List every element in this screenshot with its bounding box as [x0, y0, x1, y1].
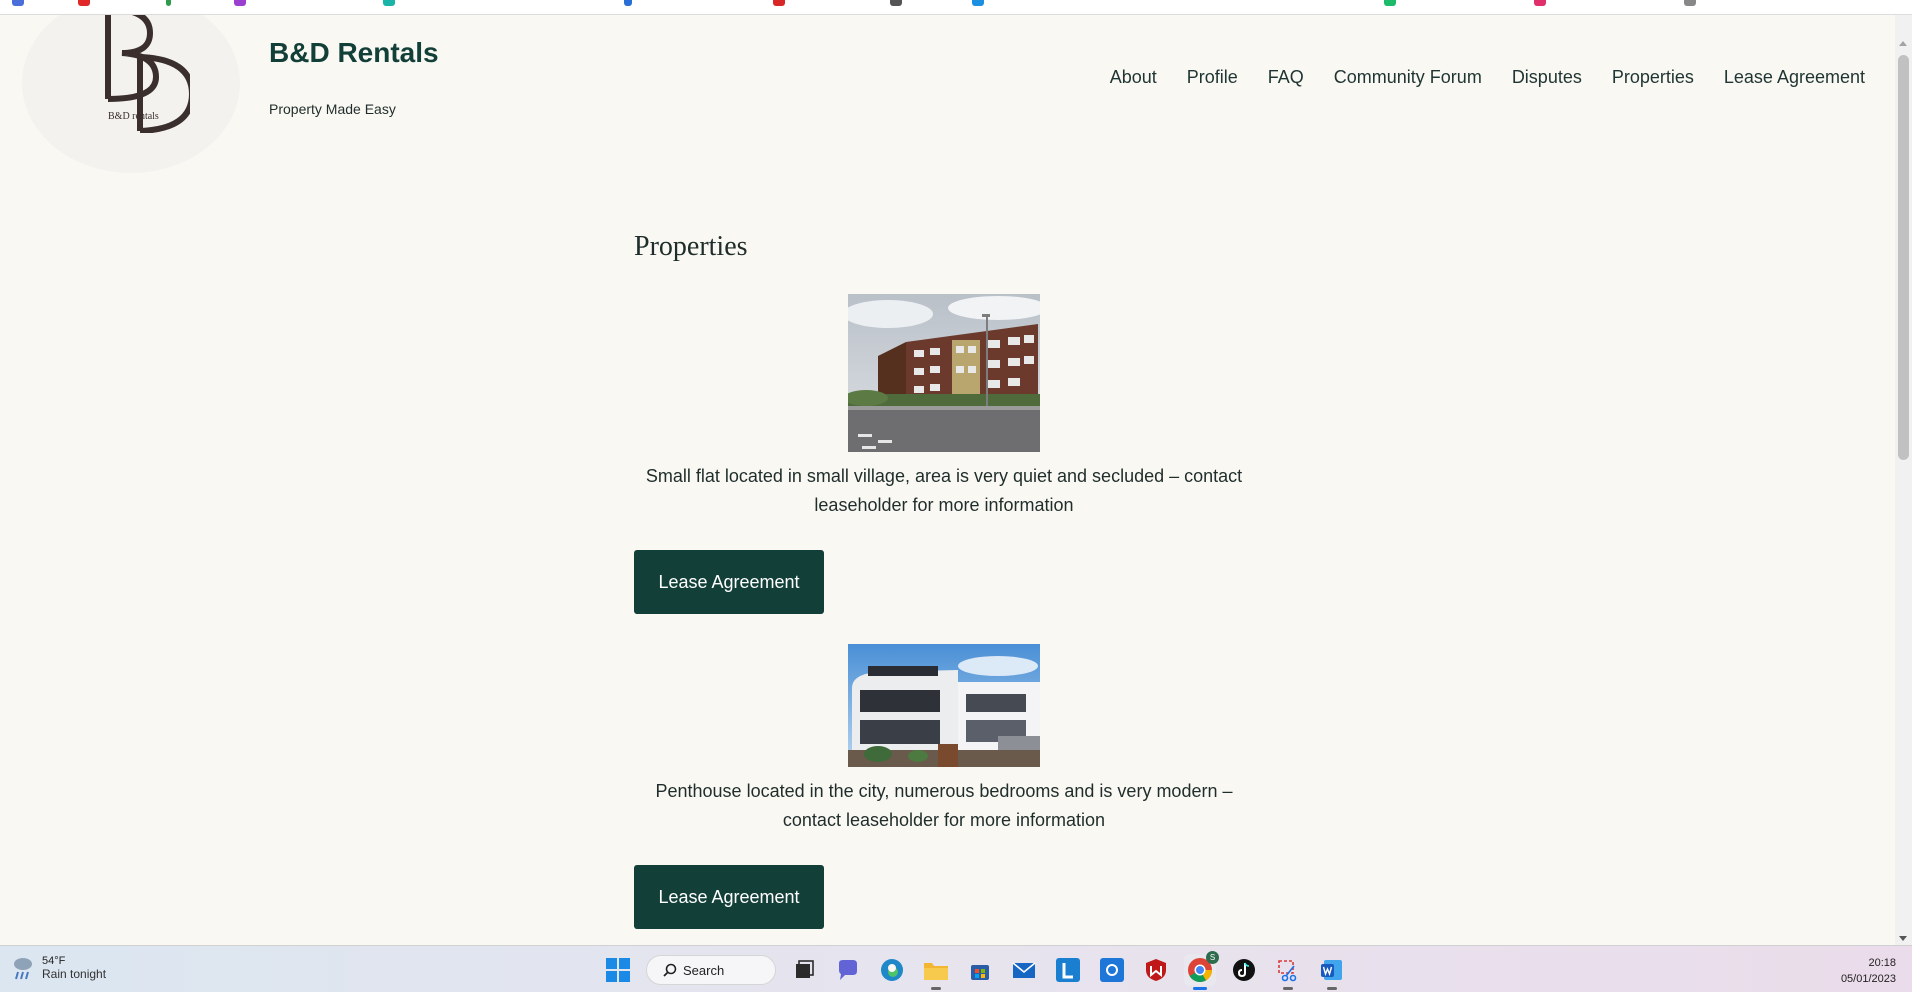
clock-time: 20:18 — [1868, 957, 1896, 969]
file-explorer-button[interactable] — [920, 954, 952, 990]
taskbar-apps: Search S — [602, 951, 1348, 990]
bookmarks-bar — [0, 0, 1912, 15]
property-card: Small flat located in small village, are… — [634, 294, 1254, 614]
edge-button[interactable] — [876, 954, 908, 986]
weather-widget[interactable]: 54°F Rain tonight — [12, 955, 106, 981]
clock-date: 05/01/2023 — [1840, 973, 1896, 985]
property-card: Penthouse located in the city, numerous … — [634, 644, 1254, 929]
bookmark-icon[interactable] — [972, 0, 984, 6]
windows-logo-icon — [606, 958, 630, 982]
tiktok-button[interactable] — [1228, 954, 1260, 986]
word-icon — [1321, 960, 1342, 980]
nav-faq[interactable]: FAQ — [1268, 67, 1304, 88]
word-button[interactable] — [1316, 954, 1348, 990]
bookmark-icon[interactable] — [383, 0, 395, 6]
page-viewport: B&D rentals B&D Rentals Property Made Ea… — [0, 15, 1895, 945]
main-navigation: About Profile FAQ Community Forum Disput… — [1110, 67, 1865, 88]
store-button[interactable] — [964, 954, 996, 986]
scissors-icon — [1278, 960, 1297, 982]
page-scrollbar[interactable] — [1895, 15, 1912, 945]
search-icon — [663, 963, 677, 977]
system-clock[interactable]: 20:18 05/01/2023 — [1841, 955, 1896, 987]
store-bag-icon — [971, 965, 989, 980]
tiktok-icon — [1233, 959, 1255, 981]
start-button[interactable] — [602, 954, 634, 986]
site-title[interactable]: B&D Rentals — [269, 37, 439, 69]
chrome-button[interactable]: S — [1184, 951, 1219, 990]
lease-agreement-button[interactable]: Lease Agreement — [634, 550, 824, 614]
scrollbar-thumb[interactable] — [1898, 55, 1909, 460]
taskbar-search[interactable]: Search — [646, 955, 776, 985]
property-image-flat[interactable] — [848, 294, 1040, 452]
property-description: Penthouse located in the city, numerous … — [655, 781, 1233, 830]
folder-icon — [924, 963, 948, 980]
weather-condition: Rain tonight — [42, 967, 107, 981]
active-indicator — [1193, 987, 1207, 990]
mcafee-button[interactable] — [1140, 954, 1172, 986]
bookmark-icon[interactable] — [166, 0, 171, 6]
bookmark-icon[interactable] — [624, 0, 632, 6]
property-image-penthouse[interactable] — [848, 644, 1040, 767]
nav-properties[interactable]: Properties — [1612, 67, 1694, 88]
running-indicator — [1283, 987, 1293, 990]
running-indicator — [1327, 987, 1337, 990]
page-title: Properties — [634, 231, 748, 262]
snipping-tool-button[interactable] — [1272, 954, 1304, 990]
scroll-down-icon[interactable] — [1899, 936, 1907, 941]
chat-icon — [839, 960, 857, 980]
logo-monogram-icon: B&D rentals — [105, 15, 190, 133]
site-tagline: Property Made Easy — [269, 101, 396, 117]
nav-disputes[interactable]: Disputes — [1512, 67, 1582, 88]
nav-profile[interactable]: Profile — [1187, 67, 1238, 88]
weather-temperature: 54°F — [42, 955, 66, 967]
bookmark-icon[interactable] — [1534, 0, 1546, 6]
site-logo[interactable]: B&D rentals — [22, 15, 240, 173]
teams-chat-button[interactable] — [832, 954, 864, 986]
task-view-button[interactable] — [788, 954, 820, 986]
edge-browser-icon — [881, 959, 903, 981]
windows-taskbar: 54°F Rain tonight Search S 20:18 05/01/2… — [0, 945, 1912, 992]
bookmark-icon[interactable] — [773, 0, 785, 6]
mail-button[interactable] — [1008, 954, 1040, 986]
l-app-button[interactable] — [1052, 954, 1084, 986]
lease-agreement-button[interactable]: Lease Agreement — [634, 865, 824, 929]
l-app-icon — [1056, 958, 1080, 982]
bookmark-icon[interactable] — [12, 0, 24, 6]
nav-lease-agreement[interactable]: Lease Agreement — [1724, 67, 1865, 88]
bookmark-icon[interactable] — [1684, 0, 1696, 6]
blue-app-button[interactable] — [1096, 954, 1128, 986]
bookmark-icon[interactable] — [1384, 0, 1396, 6]
mcafee-shield-icon — [1146, 959, 1166, 981]
nav-about[interactable]: About — [1110, 67, 1157, 88]
nav-community-forum[interactable]: Community Forum — [1334, 67, 1482, 88]
property-description: Small flat located in small village, are… — [645, 466, 1243, 515]
search-label: Search — [683, 962, 725, 978]
rain-cloud-icon — [14, 958, 32, 980]
blue-square-app-icon — [1100, 958, 1124, 982]
running-indicator — [931, 987, 941, 990]
task-view-icon — [796, 960, 814, 978]
scroll-up-icon[interactable] — [1899, 41, 1907, 46]
bookmark-icon[interactable] — [78, 0, 90, 6]
bookmark-icon[interactable] — [234, 0, 246, 6]
bookmark-icon[interactable] — [890, 0, 902, 6]
logo-text: B&D rentals — [108, 111, 159, 122]
chrome-profile-badge: S — [1206, 951, 1219, 964]
mail-icon — [1012, 962, 1036, 978]
